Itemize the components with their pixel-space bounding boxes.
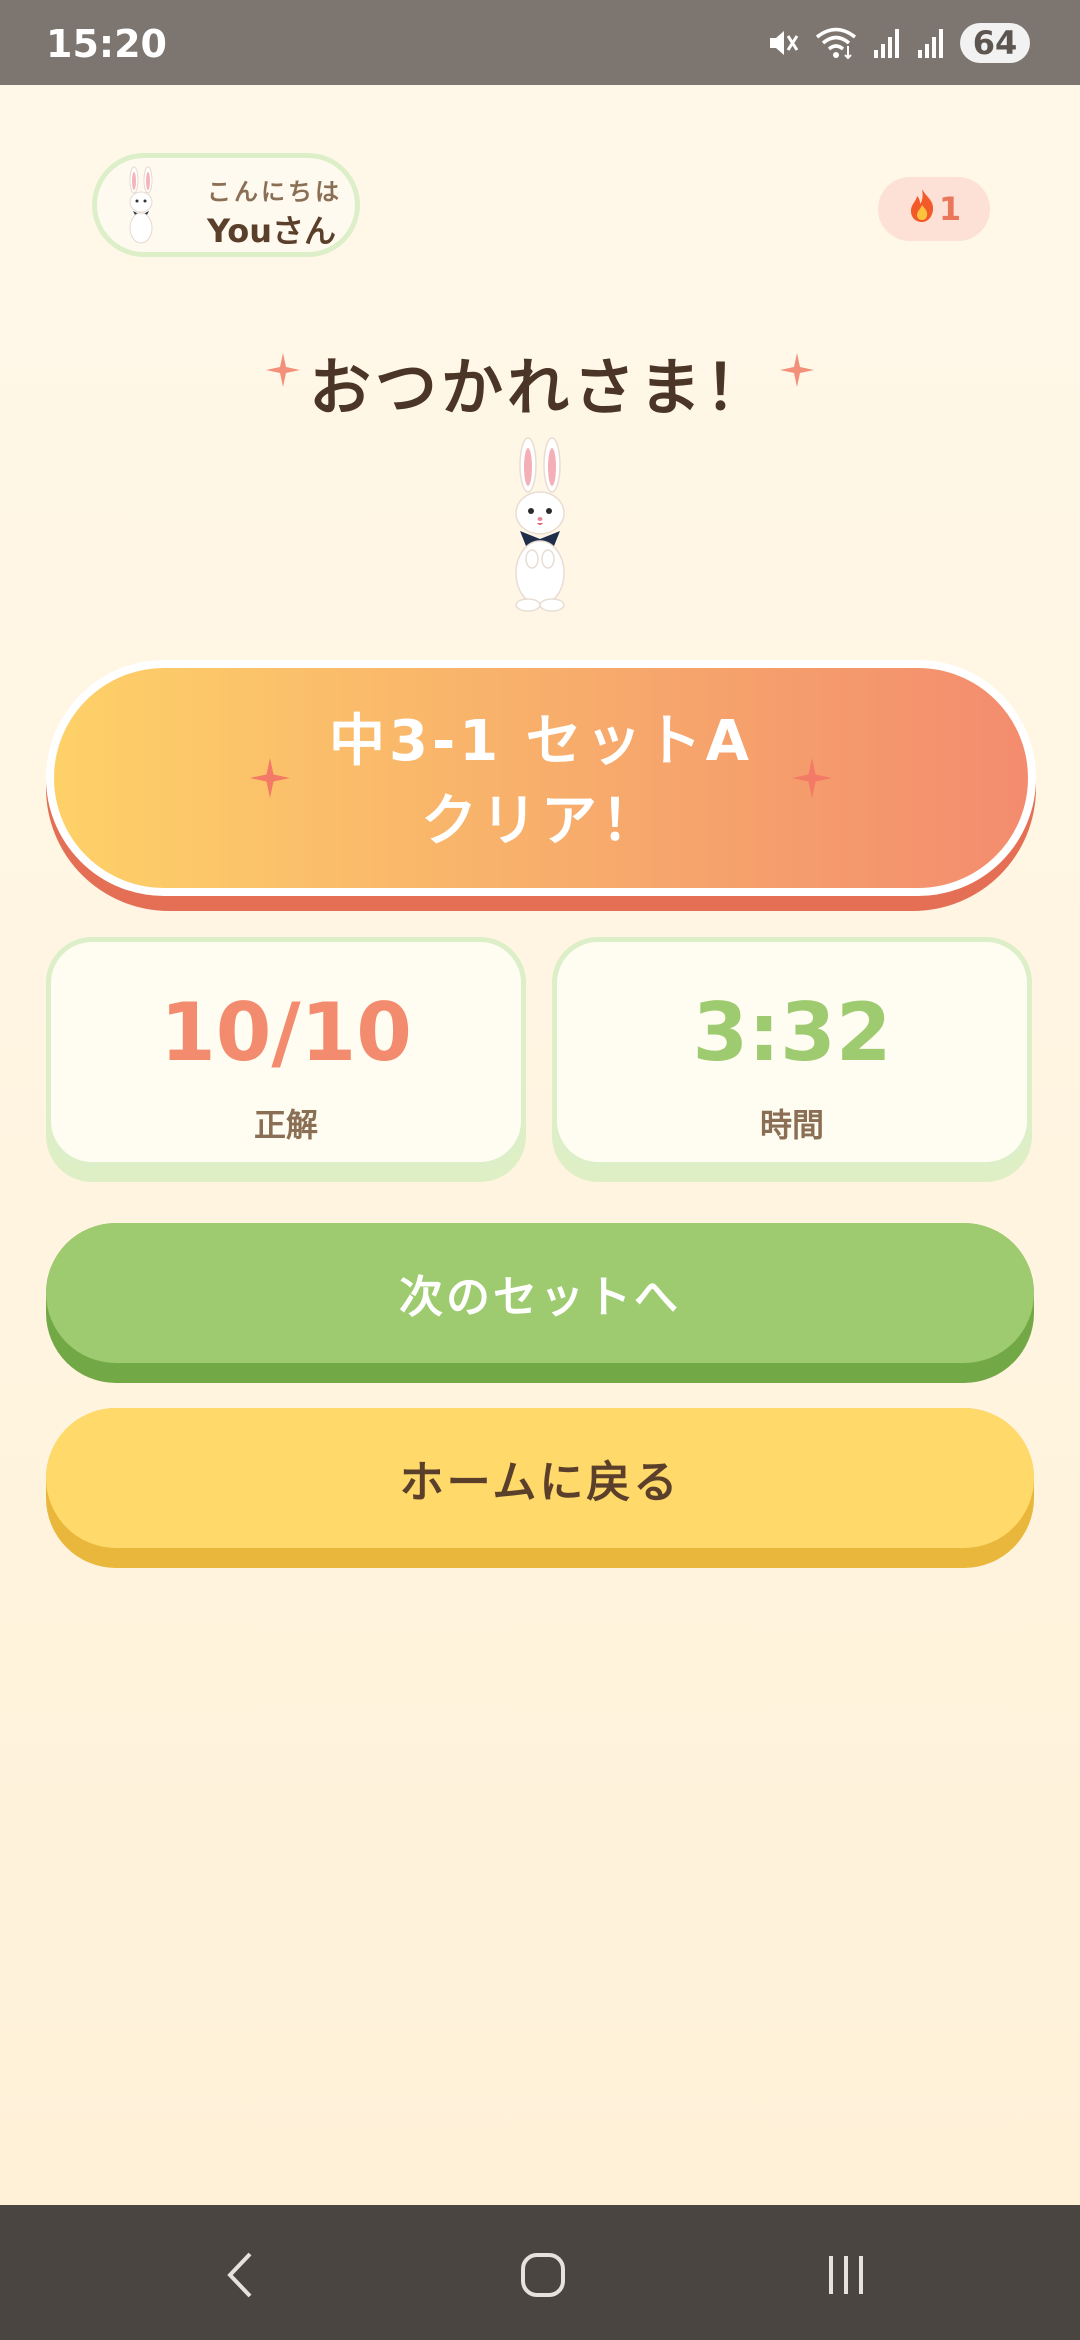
page-title: おつかれさま！ — [308, 351, 771, 424]
signal-icon — [872, 26, 902, 60]
time-card: 3:32 時間 — [552, 937, 1032, 1167]
system-nav-bar — [0, 2205, 1080, 2340]
status-icons: 64 — [766, 20, 1030, 66]
rabbit-avatar — [117, 166, 165, 248]
time-label: 時間 — [759, 1106, 824, 1144]
signal-icon — [916, 26, 946, 60]
flame-icon — [907, 187, 937, 231]
sparkle-icon — [792, 758, 832, 802]
mute-icon — [766, 26, 800, 60]
clear-text: 中3-1 セットA クリア！ — [54, 702, 1028, 862]
battery-icon: 64 — [960, 23, 1030, 63]
status-time: 15:20 — [46, 22, 167, 66]
clear-message: クリア！ — [421, 789, 661, 854]
quiz-result-screen: こんにちは Youさん 1 おつかれさま！ 中3-1 セットA クリア！ 10/… — [0, 85, 1080, 2205]
back-to-home-button[interactable]: ホームに戻る — [46, 1408, 1034, 1548]
streak-badge[interactable]: 1 — [878, 177, 990, 241]
recents-icon[interactable] — [786, 2235, 906, 2315]
rabbit-mascot — [490, 435, 590, 615]
greeting-text: こんにちは — [207, 178, 342, 206]
back-icon[interactable] — [180, 2235, 300, 2315]
score-card: 10/10 正解 — [46, 937, 526, 1167]
home-icon[interactable] — [483, 2235, 603, 2315]
title-row: おつかれさま！ — [0, 325, 1080, 424]
clear-banner: 中3-1 セットA クリア！ — [46, 660, 1036, 896]
score-label: 正解 — [253, 1106, 318, 1144]
user-greeting[interactable]: こんにちは Youさん — [92, 153, 360, 257]
clear-set-name: 中3-1 セットA — [328, 709, 753, 774]
user-name: Youさん — [207, 212, 337, 250]
sparkle-icon — [780, 353, 814, 391]
wifi-icon — [814, 26, 858, 60]
time-value: 3:32 — [692, 986, 892, 1079]
score-value: 10/10 — [160, 986, 412, 1079]
next-set-button[interactable]: 次のセットへ — [46, 1223, 1034, 1363]
streak-count: 1 — [938, 190, 962, 228]
status-bar: 15:20 64 — [0, 0, 1080, 85]
